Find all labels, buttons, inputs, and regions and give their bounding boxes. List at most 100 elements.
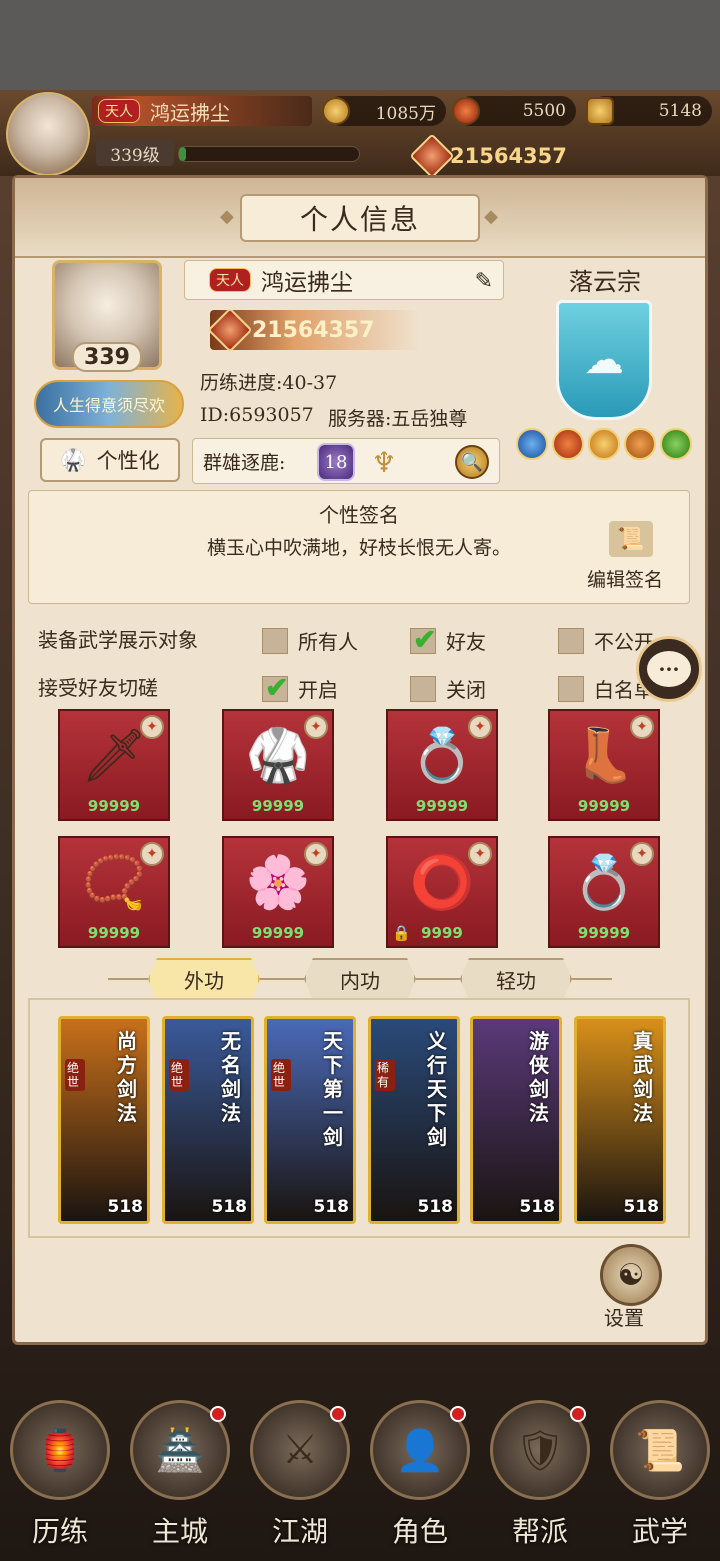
equip-slot-necklace[interactable]: ✦ 📿 99999 (58, 836, 170, 948)
hud-power-value: 21564357 (450, 144, 567, 168)
option-friends[interactable]: 好友 (410, 623, 486, 656)
checkbox[interactable] (262, 627, 288, 654)
nav-character[interactable]: 👤 角色 (362, 1380, 478, 1560)
server-name: 服务器:五岳独尊 (328, 408, 468, 430)
notification-dot (210, 1406, 226, 1422)
scroll-icon: 📜 (610, 1400, 710, 1500)
skill-card[interactable]: 尚方剑法 绝世 518 (58, 1016, 150, 1224)
sect-name: 落云宗 (569, 268, 641, 296)
equip-slot-boots[interactable]: ✦ 👢 99999 (548, 709, 660, 821)
tab-internal[interactable]: 内功 (304, 958, 416, 1000)
skill-card[interactable]: 真武剑法 518 (574, 1016, 666, 1224)
equip-slot-hairpin[interactable]: ✦ 🌸 99999 (222, 836, 334, 948)
scroll-icon[interactable]: 📜 (609, 521, 653, 557)
option-label: 所有人 (298, 630, 358, 654)
equip-slot-bracelet[interactable]: ✦ ⭕ 🔒 9999 (386, 836, 498, 948)
skill-level: 518 (623, 1197, 660, 1217)
nav-jianghu[interactable]: ⚔ 江湖 (242, 1380, 358, 1560)
tab-lightness[interactable]: 轻功 (460, 958, 572, 1000)
skill-rarity: 绝世 (271, 1059, 291, 1091)
trident-icon: ♆ (371, 445, 397, 479)
equip-level: 99999 (87, 924, 141, 942)
profile-level-badge: 339 (72, 342, 142, 372)
skill-name: 真武剑法 (633, 1029, 653, 1125)
bracelet-icon: ⭕ (409, 853, 475, 913)
equip-level: 99999 (251, 924, 305, 942)
power-gem-icon (207, 307, 253, 353)
panel-title: 个人信息 (220, 194, 500, 242)
stamina-value: 5500 (522, 101, 566, 121)
silver-counter[interactable]: 1085万 (322, 96, 446, 126)
equip-level: 9999 (421, 924, 463, 942)
nav-label: 角色 (391, 1515, 448, 1548)
skill-level: 518 (211, 1197, 248, 1217)
checkbox[interactable] (410, 675, 436, 702)
skill-level: 518 (107, 1197, 144, 1217)
nav-label: 武学 (631, 1515, 688, 1548)
checkbox-checked[interactable] (410, 623, 436, 656)
gold-value: 5148 (658, 101, 702, 121)
skill-name: 义行天下剑 (427, 1029, 447, 1149)
gold-gem-icon (588, 428, 620, 460)
display-target-label: 装备武学展示对象 (38, 628, 198, 652)
chat-icon: ··· (647, 651, 691, 687)
nav-guild[interactable]: 🛡 帮派 (482, 1380, 598, 1560)
skill-level: 518 (417, 1197, 454, 1217)
checkbox[interactable] (558, 627, 584, 654)
equip-slot-armor[interactable]: ✦ 🥋 99999 (222, 709, 334, 821)
edit-name-icon[interactable]: ✎ (475, 269, 493, 294)
power-gem-icon (409, 133, 455, 179)
cloud-icon: ☁ (584, 337, 624, 383)
option-everyone[interactable]: 所有人 (262, 626, 358, 655)
stamina-counter[interactable]: 5500 (452, 96, 576, 126)
equip-slot-ring[interactable]: ✦ 💍 99999 (548, 836, 660, 948)
settings-button[interactable]: ☯ (600, 1244, 662, 1306)
gourd-icon: 🏮 (10, 1400, 110, 1500)
skill-name: 尚方剑法 (117, 1029, 137, 1125)
exp-bar-fill (179, 147, 187, 161)
nav-city[interactable]: 🏯 主城 (122, 1380, 238, 1560)
arena-rank-badge: 18 (317, 443, 355, 481)
exp-bar (178, 146, 360, 162)
sect-banner[interactable]: ☁ (556, 300, 652, 420)
skill-card[interactable]: 义行天下剑 稀有 518 (368, 1016, 460, 1224)
skill-rarity: 绝世 (65, 1059, 85, 1091)
hud-name-text: 鸿运拂尘 (150, 100, 230, 125)
equip-level: 99999 (251, 797, 305, 815)
notification-dot (330, 1406, 346, 1422)
equip-slot-weapon[interactable]: ✦ 🗡 99999 (58, 709, 170, 821)
equip-level: 99999 (577, 797, 631, 815)
checkbox-checked[interactable] (262, 671, 288, 704)
tab-external[interactable]: 外功 (148, 958, 260, 1000)
nav-martial-arts[interactable]: 📜 武学 (602, 1380, 718, 1560)
player-title-banner[interactable]: 人生得意须尽欢 (34, 380, 184, 428)
gold-counter[interactable]: 5148 (586, 96, 712, 126)
profile-name-box: 天人 鸿运拂尘 ✎ (184, 260, 504, 300)
yin-yang-icon: ☯ (617, 1257, 645, 1293)
skill-card[interactable]: 无名剑法 绝世 518 (162, 1016, 254, 1224)
skill-card[interactable]: 游侠剑法 518 (470, 1016, 562, 1224)
option-duel-off[interactable]: 关闭 (410, 674, 486, 703)
accept-duel-label: 接受好友切磋 (38, 676, 158, 700)
edit-signature-button[interactable]: 编辑签名 (587, 565, 663, 592)
option-duel-on[interactable]: 开启 (262, 671, 338, 704)
option-private[interactable]: 不公开 (558, 626, 654, 655)
chat-button[interactable]: ··· (636, 636, 702, 702)
stamina-icon (452, 97, 480, 125)
equip-slot-belt[interactable]: ✦ 💍 99999 (386, 709, 498, 821)
sword-icon: 🗡 (80, 726, 147, 786)
option-label: 关闭 (446, 678, 486, 702)
equip-level: 99999 (87, 797, 141, 815)
equip-level: 99999 (415, 797, 469, 815)
hud-player-name: 天人 鸿运拂尘 (92, 96, 312, 126)
personalize-button[interactable]: 🥋 个性化 (40, 438, 180, 482)
search-icon[interactable]: 🔍 (455, 445, 489, 479)
fire-gem-icon (552, 428, 584, 460)
skill-card[interactable]: 天下第一剑 绝世 518 (264, 1016, 356, 1224)
nav-trial[interactable]: 🏮 历练 (2, 1380, 118, 1560)
rank-tag: 天人 (98, 99, 140, 123)
personalize-label: 个性化 (96, 449, 160, 473)
player-avatar[interactable] (6, 92, 90, 176)
checkbox[interactable] (558, 675, 584, 702)
status-bar-area (0, 0, 720, 90)
